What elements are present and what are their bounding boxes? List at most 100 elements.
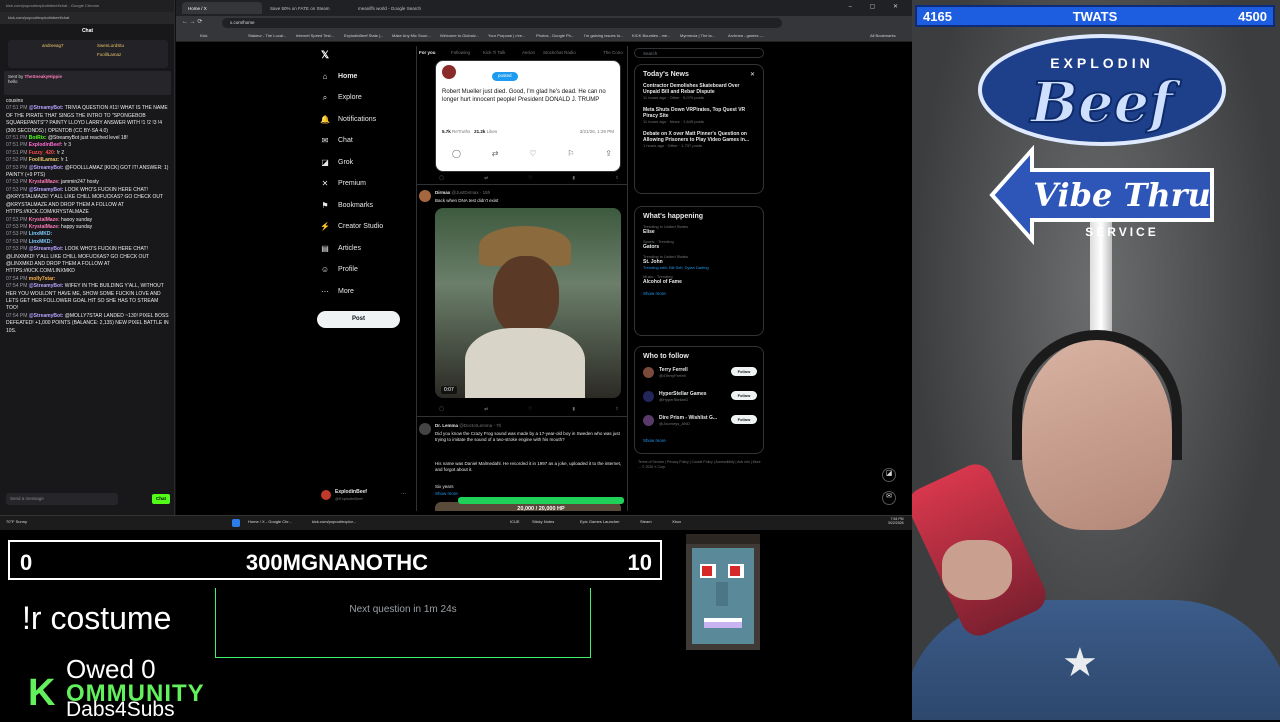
trend-item[interactable]: Music · Trending Alcohol of Fame — [635, 272, 763, 287]
tab-following[interactable]: Following — [451, 50, 470, 55]
footer-links[interactable]: Terms of Service | Privacy Policy | Cook… — [638, 460, 762, 470]
taskbar-app[interactable]: Steam — [640, 519, 652, 524]
avatar[interactable] — [643, 391, 654, 402]
views-icon[interactable]: ▮ — [572, 175, 574, 181]
post-button[interactable]: Post — [317, 311, 400, 328]
nav-item-grok[interactable]: ◪ Grok — [320, 154, 353, 170]
follow-button[interactable]: Follow — [731, 367, 757, 376]
reply-icon[interactable]: ◯ — [439, 175, 444, 181]
chat-username[interactable]: @StreamyBot: — [29, 187, 64, 193]
gift-user[interactable]: andreeag7 — [38, 41, 68, 50]
tab-list[interactable]: Kick Ti Talk — [483, 50, 505, 55]
grok-icon[interactable]: ◪ — [882, 468, 896, 482]
url-field[interactable]: x.com/home — [222, 18, 782, 28]
tab-for-you[interactable]: For you — [419, 50, 436, 55]
show-more-link[interactable]: Show more — [635, 287, 763, 300]
bookmark-item[interactable]: Internet Speed Test... — [296, 33, 342, 38]
like-icon[interactable]: ♡ — [528, 175, 532, 181]
tweet-author[interactable]: Dr. Lemma — [435, 423, 458, 428]
bookmark-item[interactable]: Kick — [200, 33, 246, 38]
clock[interactable]: 7:54 PM 3/22/2026 — [888, 517, 904, 525]
bookmark-item[interactable]: Stakeur - The Local... — [248, 33, 294, 38]
reply-icon[interactable]: ◯ — [452, 149, 461, 158]
chat-url-bar[interactable]: kick.com/popout/explodinbeef/chat — [0, 12, 174, 24]
retruth-icon[interactable]: ⇄ — [492, 149, 499, 158]
truth-card[interactable]: posted Robert Mueller just died. Good, I… — [435, 60, 621, 172]
chat-send-button[interactable]: Chat — [152, 494, 170, 504]
chat-message-input[interactable]: Send a message — [6, 493, 118, 505]
follow-button[interactable]: Follow — [731, 415, 757, 424]
chat-username[interactable]: LinxMKD: — [29, 239, 52, 245]
show-more-link[interactable]: Show more — [635, 434, 763, 447]
tab-list[interactable]: Aerion — [522, 50, 535, 55]
search-input[interactable]: Search — [634, 48, 764, 58]
nav-item-profile[interactable]: ☺ Profile — [320, 262, 358, 278]
share-icon[interactable]: ⇪ — [615, 175, 619, 181]
nav-item-articles[interactable]: ▤ Articles — [320, 240, 361, 256]
taskbar-app[interactable]: Epic Games Launcher — [580, 519, 620, 524]
views-icon[interactable]: ▮ — [572, 406, 574, 412]
chat-username[interactable]: KrystalMaze: — [29, 179, 60, 185]
chat-username[interactable]: molly7star: — [29, 276, 56, 282]
nav-item-creator-studio[interactable]: ⚡ Creator Studio — [320, 219, 383, 235]
close-icon[interactable]: ✕ — [750, 71, 755, 78]
repost-icon[interactable]: ⇄ — [484, 406, 488, 412]
follow-button[interactable]: Follow — [731, 391, 757, 400]
chat-username[interactable]: FoolllLamaz: — [29, 157, 60, 163]
nav-item-bookmarks[interactable]: ⚑ Bookmarks — [320, 197, 373, 213]
avatar[interactable] — [643, 367, 654, 378]
tweet-handle[interactable]: @JustDirmax · 15h — [452, 190, 491, 195]
news-item[interactable]: Contractor Demolishes Skateboard Over Un… — [635, 80, 763, 104]
show-more-link[interactable]: Show more — [435, 491, 458, 497]
taskbar-app[interactable]: ICUE — [510, 519, 520, 524]
tab-steam[interactable]: Save 50% on FATE on Steam — [264, 2, 350, 14]
chat-username[interactable]: Fuzzy_420: — [29, 150, 56, 156]
bookmark-icon[interactable]: ⚐ — [567, 149, 574, 158]
chat-username[interactable]: @StreamyBot: — [29, 246, 64, 252]
chat-username[interactable]: @StreamyBot: — [29, 165, 64, 171]
messages-icon[interactable]: ✉ — [882, 491, 896, 505]
bookmark-item[interactable]: Your Purpose | r/ve... — [488, 33, 534, 38]
reply-icon[interactable]: ◯ — [439, 406, 444, 412]
weather-widget[interactable]: 70°F Sunny — [6, 519, 27, 524]
nav-item-explore[interactable]: ⌕ Explore — [320, 90, 362, 106]
nav-item-more[interactable]: ⋯ More — [320, 283, 354, 299]
follow-suggestion[interactable]: Dire Prism - Wishlist G... @Journeys_AND F… — [635, 410, 763, 434]
gift-user[interactable]: SwenLordStu — [93, 41, 128, 50]
trend-item[interactable]: Sports · Trending Gators — [635, 237, 763, 252]
account-switcher[interactable]: ExplodinBeef @ExplodinBeef ⋯ — [321, 488, 411, 504]
gift-user[interactable]: FoolllLamaz — [93, 50, 125, 59]
window-controls[interactable]: – ▢ ✕ — [849, 3, 906, 10]
taskbar-app[interactable]: Xbox — [672, 519, 681, 524]
follow-suggestion[interactable]: HyperStellar Games @HyperStellarG Follow — [635, 386, 763, 410]
repost-icon[interactable]: ⇄ — [484, 175, 488, 181]
avatar[interactable] — [419, 423, 431, 435]
bookmark-item[interactable]: All Bookmarks — [870, 33, 906, 38]
bookmark-item[interactable]: Myrmecia | The la... — [680, 33, 726, 38]
chat-username[interactable]: BotRix: — [29, 135, 47, 141]
chat-username[interactable]: KrystalMaze: — [29, 217, 60, 223]
follow-suggestion[interactable]: Terry Ferrell @4TerryFerrell Follow — [635, 362, 763, 386]
news-item[interactable]: Debate on X over Matt Pinner's Question … — [635, 128, 763, 152]
tab-home-x[interactable]: Home / X — [182, 2, 262, 14]
bookmark-item[interactable]: KICK Bounties - me... — [632, 33, 678, 38]
nav-item-home[interactable]: ⌂ Home — [320, 68, 358, 84]
more-icon[interactable]: ⋯ — [401, 491, 406, 497]
news-item[interactable]: Meta Shuts Down VRPirates, Top Quest VR … — [635, 104, 763, 128]
taskbar-app[interactable]: Home / X - Google Chr... — [248, 519, 292, 524]
tab-google-search[interactable]: meaniffs world - Google Search — [352, 2, 438, 14]
share-icon[interactable]: ⇪ — [605, 149, 612, 158]
trend-item[interactable]: Trending in United States Elise — [635, 222, 763, 237]
chat-username[interactable]: @StreamyBot: — [29, 105, 64, 111]
nav-arrows-icon[interactable]: ← → ⟳ — [182, 18, 202, 25]
bookmark-item[interactable]: Make Any Mic Soun... — [392, 33, 438, 38]
x-logo-icon[interactable]: 𝕏 — [321, 50, 329, 61]
like-icon[interactable]: ♡ — [529, 149, 536, 158]
start-icon[interactable] — [232, 519, 240, 527]
chat-username[interactable]: LinxMKD: — [29, 231, 52, 237]
pinned-author[interactable]: TheSneakyHippie — [25, 74, 63, 79]
bookmark-item[interactable]: Archnea - games -... — [728, 33, 774, 38]
chat-username[interactable]: KrystalMaze: — [29, 224, 60, 230]
avatar[interactable] — [419, 190, 431, 202]
tweet-handle[interactable]: @DoctorLemma · 7h — [459, 423, 501, 428]
